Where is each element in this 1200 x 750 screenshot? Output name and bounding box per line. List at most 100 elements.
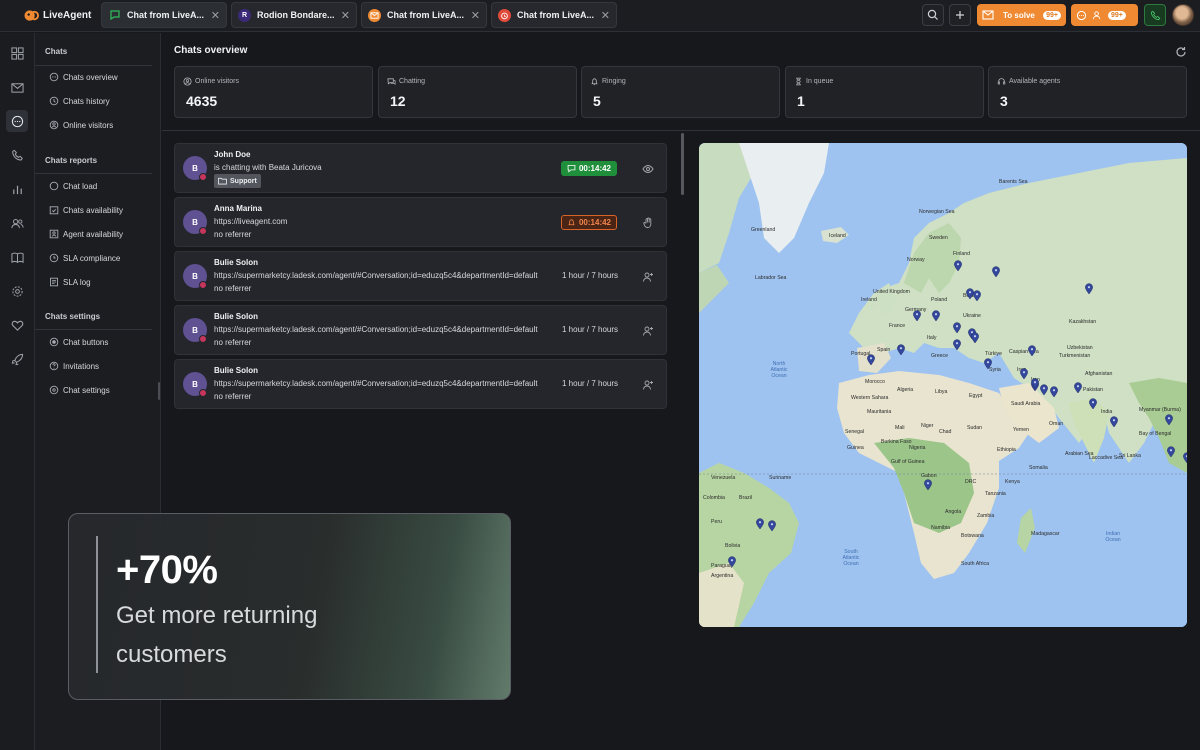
close-icon[interactable]: ✕: [341, 9, 350, 22]
eye-icon[interactable]: [642, 163, 654, 175]
sidebar-item-chat-buttons[interactable]: Chat buttons: [49, 337, 108, 347]
stat-in-queue: In queue 1: [785, 66, 984, 118]
chats-icon[interactable]: [6, 110, 28, 132]
sidebar-item-label: Chat settings: [63, 385, 110, 395]
map-label: Myanmar (Burma): [1139, 407, 1181, 413]
app-name: LiveAgent: [43, 10, 92, 21]
sidebar-item-chats-overview[interactable]: Chats overview: [49, 72, 118, 82]
sidebar-item-agent-availability[interactable]: Agent availability: [49, 229, 123, 239]
sidebar-item-chat-load[interactable]: Chat load: [49, 181, 97, 191]
tab-chat-3[interactable]: Chat from LiveA... ✕: [491, 2, 617, 28]
chat-row[interactable]: B John Doe is chatting with Beata Jurico…: [174, 143, 667, 193]
tab-chat-2[interactable]: Chat from LiveA... ✕: [361, 2, 487, 28]
sidebar-item-online-visitors[interactable]: Online visitors: [49, 120, 113, 130]
chat-row[interactable]: B Bulie Solon https://supermarketcy.lade…: [174, 251, 667, 301]
map-label: Greenland: [751, 227, 775, 233]
map-label: India: [1101, 409, 1112, 415]
tickets-icon[interactable]: [6, 76, 28, 98]
map-label: Senegal: [845, 429, 864, 435]
to-solve-button[interactable]: To solve 99+: [977, 4, 1066, 26]
visitor-name: Bulie Solon: [214, 258, 258, 267]
rocket-icon[interactable]: [6, 348, 28, 370]
hourglass-icon: [796, 77, 801, 86]
heart-icon[interactable]: [6, 314, 28, 336]
map-label: Argentina: [711, 573, 733, 579]
sidebar-item-label: Chat buttons: [63, 337, 109, 347]
visit-duration: 1 hour / 7 hours: [562, 325, 619, 334]
chat-row[interactable]: B Bulie Solon https://supermarketcy.lade…: [174, 359, 667, 409]
tag-label: Support: [230, 177, 257, 185]
map-label: DRC: [965, 479, 976, 485]
sidebar-item-chats-availability[interactable]: Chats availability: [49, 205, 123, 215]
section-title-chats-settings: Chats settings: [45, 312, 101, 321]
visitors-map[interactable]: Greenland Iceland Sweden Finland Norway Unite…: [699, 143, 1187, 627]
sidebar-item-invitations[interactable]: Invitations: [49, 361, 99, 371]
map-label: Pakistan: [1083, 387, 1103, 393]
settings-icon[interactable]: [6, 280, 28, 302]
calls-icon[interactable]: [6, 144, 28, 166]
add-button[interactable]: [949, 4, 971, 26]
visitor-referrer: no referrer: [214, 284, 252, 293]
map-label: Mauritania: [867, 409, 891, 415]
map-label: Turkmenistan: [1059, 353, 1090, 359]
stat-value: 1: [797, 93, 805, 109]
stat-ringing: Ringing 5: [581, 66, 780, 118]
channel-badge-icon: [199, 281, 207, 289]
pin-dot: [994, 269, 998, 272]
invite-user-icon[interactable]: [642, 379, 654, 391]
close-icon[interactable]: ✕: [471, 9, 480, 22]
pin-dot: [986, 361, 990, 364]
pin-dot: [1112, 419, 1116, 422]
map-label: Peru: [711, 519, 722, 525]
map-label: Bolivia: [725, 543, 740, 549]
visitor-referrer: no referrer: [214, 338, 252, 347]
map-label: Western Sahara: [851, 395, 889, 401]
close-icon[interactable]: ✕: [211, 9, 220, 22]
map-label: Portugal: [851, 351, 870, 357]
knowledgebase-icon[interactable]: [6, 246, 28, 268]
promo-text: Get more returning customers: [116, 602, 318, 668]
user-avatar[interactable]: [1172, 4, 1194, 26]
clock-icon: [49, 253, 59, 263]
chat-row[interactable]: B Bulie Solon https://supermarketcy.lade…: [174, 305, 667, 355]
sidebar-item-sla-log[interactable]: SLA log: [49, 277, 91, 287]
sidebar-item-label: Chat load: [63, 181, 98, 191]
pin-dot: [955, 325, 959, 328]
chat-icon: [49, 181, 59, 191]
refresh-icon[interactable]: [1175, 46, 1187, 58]
chats-button[interactable]: 99+: [1071, 4, 1138, 26]
search-button[interactable]: [922, 4, 944, 26]
reports-icon[interactable]: [6, 178, 28, 200]
close-icon[interactable]: ✕: [601, 9, 610, 22]
stat-label: Ringing: [602, 78, 626, 85]
channel-badge-icon: [199, 335, 207, 343]
stat-label: Available agents: [1009, 78, 1061, 85]
sidebar-item-chat-settings[interactable]: Chat settings: [49, 385, 110, 395]
tab-rodion[interactable]: R Rodion Bondare... ✕: [231, 2, 357, 28]
chat-row[interactable]: B Anna Marina https://liveagent.com no r…: [174, 197, 667, 247]
calendar-check-icon: [49, 206, 59, 215]
sidebar-item-sla-compliance[interactable]: SLA compliance: [49, 253, 120, 263]
sidebar-resize-handle[interactable]: [158, 382, 160, 400]
sidebar-item-chats-history[interactable]: Chats history: [49, 96, 110, 106]
invite-user-icon[interactable]: [642, 271, 654, 283]
invite-user-icon[interactable]: [642, 325, 654, 337]
hand-icon[interactable]: [642, 217, 654, 229]
map-label: Türkiye: [985, 351, 1002, 357]
visitor-url: https://supermarketcy.ladesk.com/agent/#…: [214, 379, 538, 388]
phone-button[interactable]: [1144, 4, 1166, 26]
pin-dot: [934, 313, 938, 316]
map-label: South Africa: [961, 561, 989, 567]
contacts-icon[interactable]: [6, 212, 28, 234]
channel-badge-icon: [199, 227, 207, 235]
chat-bubbles-icon: [387, 78, 396, 85]
chat-list-scrollbar[interactable]: [681, 133, 684, 195]
tab-chat-1[interactable]: Chat from LiveA... ✕: [101, 2, 227, 28]
map-label: Botswana: [961, 533, 984, 539]
divider: [162, 130, 1200, 131]
section-title-chats: Chats: [45, 47, 68, 56]
pin-dot: [973, 335, 977, 338]
dashboard-icon[interactable]: [6, 42, 28, 64]
pin-dot: [926, 482, 930, 485]
pin-dot: [1087, 286, 1091, 289]
